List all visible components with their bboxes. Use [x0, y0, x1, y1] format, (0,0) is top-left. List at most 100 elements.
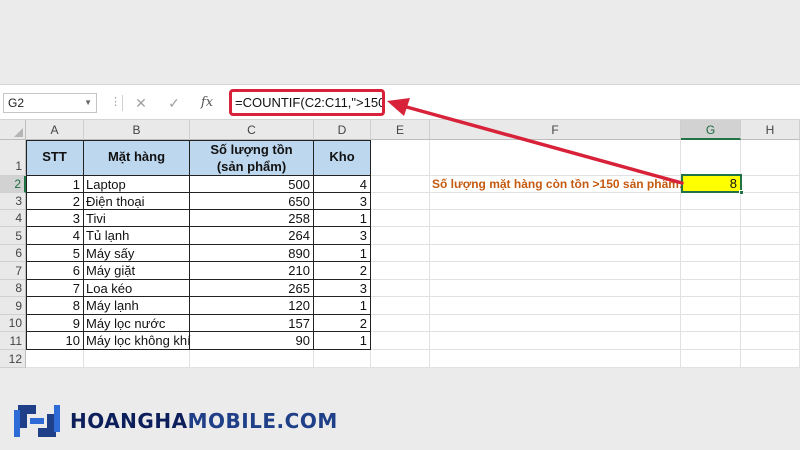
row-header-11[interactable]: 11: [0, 332, 26, 350]
row-header-7[interactable]: 7: [0, 262, 26, 280]
cell-d6[interactable]: 1: [314, 245, 371, 262]
cell-f7[interactable]: [430, 262, 681, 280]
cell-h4[interactable]: [741, 210, 800, 227]
cell-h8[interactable]: [741, 280, 800, 297]
cell-e9[interactable]: [371, 297, 430, 315]
cell-d9[interactable]: 1: [314, 297, 371, 315]
cell-a12[interactable]: [26, 350, 84, 368]
cell-g11[interactable]: [681, 332, 741, 350]
cell-g6[interactable]: [681, 245, 741, 262]
cell-f1[interactable]: [430, 140, 681, 176]
cell-b11[interactable]: Máy lọc không khí: [84, 332, 191, 350]
chevron-down-icon[interactable]: ▼: [84, 94, 92, 112]
cell-c3[interactable]: 650: [190, 193, 314, 210]
column-header-e[interactable]: E: [371, 120, 430, 140]
cell-h9[interactable]: [741, 297, 800, 315]
cell-h6[interactable]: [741, 245, 800, 262]
cell-c7[interactable]: 210: [190, 262, 314, 280]
cell-d5[interactable]: 3: [314, 227, 371, 245]
cell-h5[interactable]: [741, 227, 800, 245]
row-header-12[interactable]: 12: [0, 350, 26, 368]
cell-f10[interactable]: [430, 315, 681, 332]
cell-g1[interactable]: [681, 140, 741, 176]
cell-b6[interactable]: Máy sấy: [84, 245, 190, 262]
cell-e5[interactable]: [371, 227, 430, 245]
row-header-3[interactable]: 3: [0, 193, 26, 210]
cell-h1[interactable]: [741, 140, 800, 176]
cell-e1[interactable]: [371, 140, 430, 176]
column-header-h[interactable]: H: [741, 120, 800, 140]
cell-h12[interactable]: [741, 350, 800, 368]
cell-f8[interactable]: [430, 280, 681, 297]
cell-c8[interactable]: 265: [190, 280, 314, 297]
cell-c4[interactable]: 258: [190, 210, 314, 227]
cell-c11[interactable]: 90: [190, 332, 314, 350]
column-header-b[interactable]: B: [84, 120, 190, 140]
row-header-8[interactable]: 8: [0, 280, 26, 297]
row-header-6[interactable]: 6: [0, 245, 26, 262]
cell-f3[interactable]: [430, 193, 681, 210]
cell-h11[interactable]: [741, 332, 800, 350]
insert-function-icon[interactable]: fx: [196, 93, 218, 113]
cell-c2[interactable]: 500: [190, 176, 314, 193]
cell-g5[interactable]: [681, 227, 741, 245]
cell-b2[interactable]: Laptop: [84, 176, 190, 193]
cell-b5[interactable]: Tủ lạnh: [84, 227, 190, 245]
enter-icon[interactable]: ✓: [163, 93, 185, 113]
cell-e7[interactable]: [371, 262, 430, 280]
cell-a3[interactable]: 2: [26, 193, 84, 210]
cell-g2-result[interactable]: 8: [681, 174, 744, 195]
formula-input[interactable]: =COUNTIF(C2:C11,">150"): [229, 89, 385, 116]
row-header-4[interactable]: 4: [0, 210, 26, 227]
cell-c12[interactable]: [190, 350, 314, 368]
cell-g8[interactable]: [681, 280, 741, 297]
cell-e10[interactable]: [371, 315, 430, 332]
cell-d12[interactable]: [314, 350, 371, 368]
cell-h3[interactable]: [741, 193, 800, 210]
column-header-a[interactable]: A: [26, 120, 84, 140]
more-icon[interactable]: ⋮: [110, 95, 121, 108]
row-header-1[interactable]: 1: [0, 140, 26, 176]
cell-f11[interactable]: [430, 332, 681, 350]
header-so-luong-ton[interactable]: Số lượng tồn (sản phẩm): [190, 140, 314, 176]
column-header-c[interactable]: C: [190, 120, 314, 140]
cell-h10[interactable]: [741, 315, 800, 332]
name-box[interactable]: G2 ▼: [3, 93, 97, 113]
cell-f9[interactable]: [430, 297, 681, 315]
cell-h7[interactable]: [741, 262, 800, 280]
cell-g3[interactable]: [681, 193, 741, 210]
cell-a10[interactable]: 9: [26, 315, 84, 332]
cell-c5[interactable]: 264: [190, 227, 314, 245]
row-header-2[interactable]: 2: [0, 176, 26, 193]
cell-d7[interactable]: 2: [314, 262, 371, 280]
cell-e6[interactable]: [371, 245, 430, 262]
cell-f2-label[interactable]: Số lượng mặt hàng còn tồn >150 sản phẩm:: [432, 176, 683, 193]
cell-b4[interactable]: Tivi: [84, 210, 190, 227]
cell-g9[interactable]: [681, 297, 741, 315]
cell-a9[interactable]: 8: [26, 297, 84, 315]
cell-d11[interactable]: 1: [314, 332, 371, 350]
cell-e4[interactable]: [371, 210, 430, 227]
cell-f5[interactable]: [430, 227, 681, 245]
cell-b7[interactable]: Máy giặt: [84, 262, 190, 280]
cell-a2[interactable]: 1: [26, 176, 84, 193]
cell-h2[interactable]: [741, 176, 800, 193]
cell-f6[interactable]: [430, 245, 681, 262]
header-kho[interactable]: Kho: [314, 140, 371, 176]
row-header-10[interactable]: 10: [0, 315, 26, 332]
cell-a5[interactable]: 4: [26, 227, 84, 245]
cell-d2[interactable]: 4: [314, 176, 371, 193]
cell-a11[interactable]: 10: [26, 332, 84, 350]
cell-e11[interactable]: [371, 332, 430, 350]
cell-d3[interactable]: 3: [314, 193, 371, 210]
row-header-5[interactable]: 5: [0, 227, 26, 245]
cell-d4[interactable]: 1: [314, 210, 371, 227]
cell-b8[interactable]: Loa kéo: [84, 280, 190, 297]
cell-e12[interactable]: [371, 350, 430, 368]
row-header-9[interactable]: 9: [0, 297, 26, 315]
cell-a6[interactable]: 5: [26, 245, 84, 262]
column-header-f[interactable]: F: [430, 120, 681, 140]
cell-f4[interactable]: [430, 210, 681, 227]
cell-g10[interactable]: [681, 315, 741, 332]
cell-a7[interactable]: 6: [26, 262, 84, 280]
